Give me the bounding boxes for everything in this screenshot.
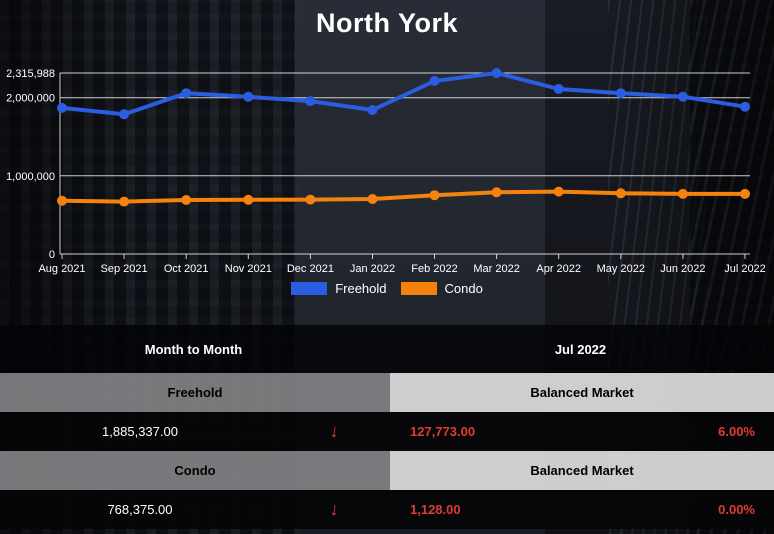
- svg-text:Jun 2022: Jun 2022: [660, 263, 705, 275]
- month-to-month-header: Month to Month: [0, 342, 387, 357]
- svg-text:Dec 2021: Dec 2021: [287, 263, 334, 275]
- freehold-data-row: 1,885,337.00 ↓ 127,773.00 6.00%: [0, 412, 774, 451]
- condo-section-label: Condo: [0, 451, 390, 490]
- condo-section-row: Condo Balanced Market: [0, 451, 774, 490]
- legend-item-freehold[interactable]: Freehold: [291, 281, 386, 296]
- svg-text:Aug 2021: Aug 2021: [38, 263, 85, 275]
- svg-text:0: 0: [49, 249, 55, 261]
- freehold-change-percent: 6.00%: [594, 424, 774, 439]
- freehold-section-row: Freehold Balanced Market: [0, 373, 774, 412]
- svg-text:Sep 2021: Sep 2021: [101, 263, 148, 275]
- chart-legend: Freehold Condo: [0, 281, 774, 296]
- condo-data-row: 768,375.00 ↓ 1,128.00 0.00%: [0, 490, 774, 529]
- condo-market-status-badge: Balanced Market: [390, 451, 774, 490]
- svg-text:2,315,988: 2,315,988: [6, 68, 55, 80]
- condo-change-percent: 0.00%: [594, 502, 774, 517]
- price-trend-chart: 0 1,000,000 2,000,000 2,315,988 Aug 2021 Sep …: [0, 45, 774, 280]
- legend-item-condo[interactable]: Condo: [401, 281, 483, 296]
- condo-series-swatch: [401, 282, 437, 295]
- freehold-trend-down-icon: ↓: [280, 421, 388, 442]
- freehold-market-status-badge: Balanced Market: [390, 373, 774, 412]
- condo-trend-down-icon: ↓: [280, 499, 388, 520]
- freehold-section-label: Freehold: [0, 373, 390, 412]
- freehold-change-amount: 127,773.00: [388, 424, 594, 439]
- period-header: Jul 2022: [387, 342, 774, 357]
- svg-text:Apr 2022: Apr 2022: [536, 263, 581, 275]
- svg-text:May 2022: May 2022: [597, 263, 645, 275]
- freehold-series-swatch: [291, 282, 327, 295]
- svg-text:Mar 2022: Mar 2022: [473, 263, 519, 275]
- legend-label: Condo: [445, 281, 483, 296]
- condo-price-value: 768,375.00: [0, 502, 280, 517]
- svg-text:Oct 2021: Oct 2021: [164, 263, 209, 275]
- freehold-price-value: 1,885,337.00: [0, 424, 280, 439]
- svg-text:Jan 2022: Jan 2022: [350, 263, 395, 275]
- market-summary-table: Month to Month Jul 2022 Freehold Balance…: [0, 325, 774, 529]
- down-arrow-icon: ↓: [328, 498, 340, 520]
- table-header-row: Month to Month Jul 2022: [0, 325, 774, 373]
- line-chart-canvas: 0 1,000,000 2,000,000 2,315,988 Aug 2021 Sep …: [0, 45, 774, 280]
- legend-label: Freehold: [335, 281, 386, 296]
- svg-text:2,000,000: 2,000,000: [6, 93, 55, 105]
- svg-text:Nov 2021: Nov 2021: [225, 263, 272, 275]
- report-page: North York 0 1,000,000 2,000,000 2,315,988 A…: [0, 0, 774, 534]
- condo-change-amount: 1,128.00: [388, 502, 594, 517]
- down-arrow-icon: ↓: [328, 420, 340, 442]
- svg-text:1,000,000: 1,000,000: [6, 171, 55, 183]
- svg-text:Feb 2022: Feb 2022: [411, 263, 457, 275]
- page-title: North York: [0, 8, 774, 39]
- svg-text:Jul 2022: Jul 2022: [724, 263, 766, 275]
